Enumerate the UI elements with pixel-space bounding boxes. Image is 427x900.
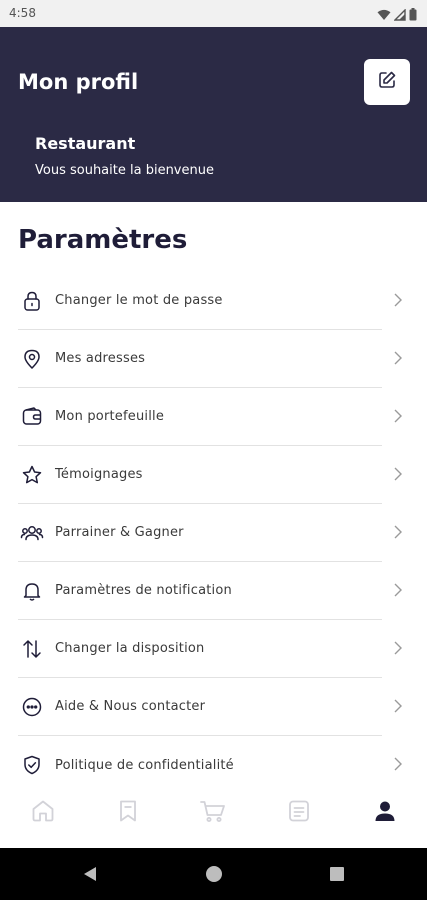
settings-item-label: Mes adresses [55,351,146,366]
battery-icon [409,6,417,25]
orders-icon [286,798,312,828]
edit-icon [377,70,397,94]
home-icon [30,798,56,828]
chevron-right-icon [393,524,403,544]
settings-item-help-contact[interactable]: Aide & Nous contacter [18,678,402,736]
settings-item-referral[interactable]: Parrainer & Gagner [18,504,402,562]
settings-item-addresses[interactable]: Mes adresses [18,330,402,388]
shield-check-icon [19,752,45,778]
settings-item-label: Changer la disposition [55,641,205,656]
nav-bookmarks[interactable] [113,798,143,828]
chevron-right-icon [393,698,403,718]
settings-item-label: Politique de confidentialité [55,757,234,773]
status-time: 4:58 [9,6,36,20]
back-icon[interactable] [82,865,98,887]
settings-item-privacy-policy[interactable]: Politique de confidentialité [18,736,402,794]
nav-cart[interactable] [198,798,228,828]
star-icon [19,462,45,488]
cart-icon [199,798,227,828]
chevron-right-icon [393,292,403,312]
nav-home[interactable] [28,798,58,828]
status-icons [377,6,417,25]
settings-list: Changer le mot de passe Mes adresses Mon… [18,272,402,794]
users-icon [19,520,45,546]
swap-arrows-icon [19,636,45,662]
page-title: Mon profil [18,70,139,94]
bottom-nav [0,788,427,848]
signal-icon [393,6,406,25]
nav-profile[interactable] [370,798,400,828]
wallet-icon [19,404,45,430]
settings-item-label: Parrainer & Gagner [55,525,184,540]
settings-item-layout[interactable]: Changer la disposition [18,620,402,678]
welcome-text: Vous souhaite la bienvenue [35,163,214,178]
settings-item-label: Paramètres de notification [55,583,232,598]
bell-icon [19,578,45,604]
lock-icon [19,288,45,314]
settings-item-notifications[interactable]: Paramètres de notification [18,562,402,620]
chevron-right-icon [393,582,403,602]
settings-item-testimonials[interactable]: Témoignages [18,446,402,504]
home-circle-icon[interactable] [205,865,223,887]
chevron-right-icon [393,640,403,660]
restaurant-name: Restaurant [35,134,136,153]
settings-item-label: Changer le mot de passe [55,293,223,308]
chevron-right-icon [393,466,403,486]
recents-icon[interactable] [329,865,345,887]
settings-title: Paramètres [18,225,188,255]
status-bar: 4:58 [0,0,427,27]
profile-icon [372,798,398,828]
location-pin-icon [19,346,45,372]
system-nav-bar [0,848,427,900]
bookmark-icon [115,798,141,828]
edit-profile-button[interactable] [364,59,410,105]
settings-item-label: Témoignages [55,467,143,482]
chevron-right-icon [393,350,403,370]
wifi-icon [377,6,391,25]
chat-dots-icon [19,694,45,720]
chevron-right-icon [393,408,403,428]
settings-item-label: Mon portefeuille [55,409,165,424]
settings-item-label: Aide & Nous contacter [55,699,206,714]
profile-header: Mon profil Restaurant Vous souhaite la b… [0,27,427,202]
settings-item-change-password[interactable]: Changer le mot de passe [18,272,402,330]
nav-orders[interactable] [284,798,314,828]
settings-item-wallet[interactable]: Mon portefeuille [18,388,402,446]
chevron-right-icon [393,756,403,776]
